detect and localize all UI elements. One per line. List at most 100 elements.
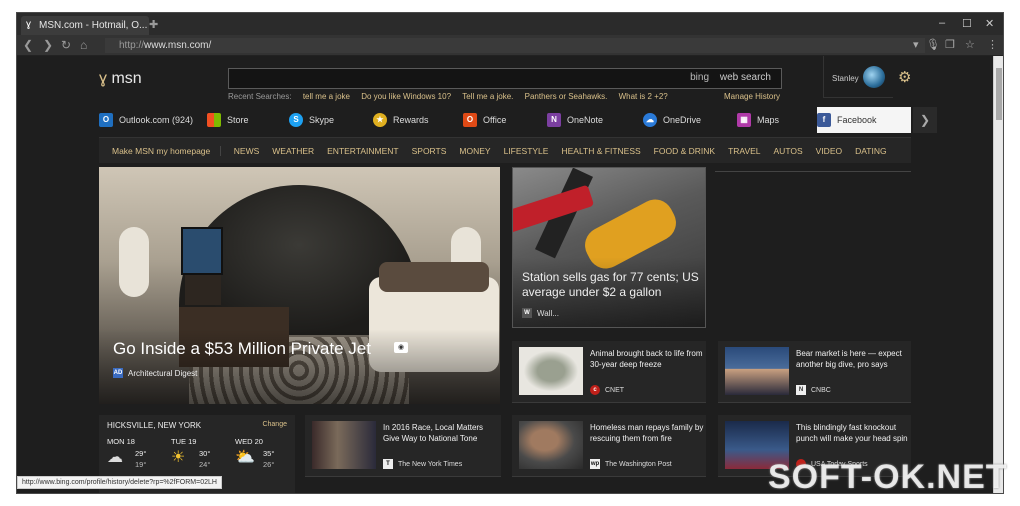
title-bar: ɣ MSN.com - Hotmail, O... ✚ – ☐ ✕ [17,13,1003,35]
user-name: Stanley [832,74,859,83]
nav-item[interactable]: MONEY [453,146,497,156]
app-facebook[interactable]: f Facebook [817,107,911,133]
make-homepage-link[interactable]: Make MSN my homepage [99,145,222,156]
app-outlook[interactable]: O Outlook.com (924) [99,107,193,133]
weather-low: 24° [199,460,211,469]
new-tab-icon[interactable]: ✚ [149,18,158,31]
msn-logo[interactable]: ɣ msn [99,70,142,88]
app-label: Store [227,115,249,125]
browser-window: ɣ MSN.com - Hotmail, O... ✚ – ☐ ✕ ❮ ❯ ↻ … [16,12,1004,494]
weather-change-link[interactable]: Change [262,421,287,428]
address-bar[interactable]: http://www.msn.com/ [105,38,925,53]
news-card[interactable]: In 2016 Race, Local Matters Give Way to … [305,415,501,477]
web-search-button[interactable]: web search [720,72,771,83]
card-source: T The New York Times [383,459,462,469]
browser-toolbar: ❮ ❯ ↻ ⌂ http://www.msn.com/ ▾ 🎙 ❐ ☆ ⋮ [17,35,1003,56]
news-card[interactable]: Animal brought back to life from 30-year… [512,341,706,403]
recent-search-link[interactable]: What is 2 +2? [619,92,668,101]
app-label: Outlook.com (924) [119,115,194,125]
msn-page: ɣ msn bing web search Recent Searches: t… [17,56,995,493]
hero-story[interactable]: Go Inside a $53 Million Private Jet ◉ AD… [99,167,500,404]
recent-search-link[interactable]: Tell me a joke. [462,92,513,101]
outlook-icon: O [99,113,113,127]
maximize-icon[interactable]: ☐ [962,17,972,30]
star-icon[interactable]: ☆ [965,38,975,51]
news-card[interactable]: Homeless man repays family by rescuing t… [512,415,706,477]
minimize-icon[interactable]: – [939,17,945,29]
nav-item[interactable]: VIDEO [809,146,848,156]
reload-icon[interactable]: ↻ [61,38,71,52]
card-thumbnail [725,347,789,395]
apps-next-button[interactable]: ❯ [913,107,937,133]
card-title[interactable]: Bear market is here — expect another big… [796,348,914,370]
weather-low: 26° [263,460,275,469]
maps-icon: ▦ [737,113,751,127]
nav-item[interactable]: LIFESTYLE [497,146,555,156]
app-skype[interactable]: S Skype [289,107,334,133]
app-onenote[interactable]: N OneNote [547,107,603,133]
washington-post-icon: wp [590,459,600,469]
hero-source-label: Architectural Digest [128,368,198,378]
recent-searches: Recent Searches: tell me a joke Do you l… [228,92,668,101]
app-label: Maps [757,115,780,125]
nav-item[interactable]: FOOD & DRINK [647,146,721,156]
url-host: www.msn.com/ [144,40,212,51]
avatar [863,66,885,88]
nav-item[interactable]: ENTERTAINMENT [321,146,405,156]
gas-story-title[interactable]: Station sells gas for 77 cents; US avera… [522,270,702,300]
forward-icon[interactable]: ❯ [43,38,53,52]
category-nav: Make MSN my homepage NEWS WEATHER ENTERT… [99,137,911,163]
app-store[interactable]: Store [207,107,249,133]
card-title[interactable]: This blindingly fast knockout punch will… [796,422,914,444]
manage-history-link[interactable]: Manage History [724,92,780,101]
hero-title[interactable]: Go Inside a $53 Million Private Jet [113,339,371,359]
gear-icon[interactable]: ⚙ [898,68,911,86]
app-maps[interactable]: ▦ Maps [737,107,779,133]
home-icon[interactable]: ⌂ [80,38,87,52]
bing-label: bing [690,72,709,83]
scrollbar-thumb[interactable] [996,68,1002,120]
nav-item[interactable]: SPORTS [405,146,453,156]
app-rewards[interactable]: ★ Rewards [373,107,429,133]
card-source-label: The Washington Post [605,460,672,468]
rewards-icon: ★ [373,113,387,127]
store-icon [207,113,221,127]
card-source: N CNBC [796,385,831,395]
gallery-icon: ◉ [394,342,408,353]
browser-tab[interactable]: ɣ MSN.com - Hotmail, O... [21,16,149,35]
user-profile[interactable]: Stanley [823,56,893,98]
nav-item[interactable]: TRAVEL [722,146,767,156]
card-title[interactable]: Homeless man repays family by rescuing t… [590,422,708,444]
weather-high: 30° [199,449,211,458]
menu-icon[interactable]: ⋮ [987,38,998,51]
nav-item[interactable]: AUTOS [767,146,809,156]
card-title[interactable]: Animal brought back to life from 30-year… [590,348,708,370]
weather-location: HICKSVILLE, NEW YORK [107,421,202,430]
recent-search-link[interactable]: Panthers or Seahawks. [525,92,608,101]
app-onedrive[interactable]: ☁ OneDrive [643,107,701,133]
recent-search-link[interactable]: tell me a joke [303,92,350,101]
tabs-icon[interactable]: ❐ [945,38,955,51]
wsj-icon: W [522,308,532,318]
recent-label: Recent Searches: [228,92,292,101]
back-icon[interactable]: ❮ [23,38,33,52]
nav-item[interactable]: DATING [849,146,893,156]
news-card[interactable]: Bear market is here — expect another big… [718,341,911,403]
app-office[interactable]: O Office [463,107,506,133]
gas-story-source: W Wall... [522,308,559,318]
recent-search-link[interactable]: Do you like Windows 10? [361,92,451,101]
nav-item[interactable]: WEATHER [266,146,321,156]
nyt-icon: T [383,459,393,469]
gas-story[interactable]: Station sells gas for 77 cents; US avera… [512,167,706,328]
app-label: OneDrive [663,115,702,125]
search-input[interactable]: bing web search [228,68,782,89]
nav-item[interactable]: HEALTH & FITNESS [555,146,647,156]
nav-item[interactable]: NEWS [227,146,266,156]
vertical-scrollbar[interactable] [993,56,1003,493]
dropdown-icon[interactable]: ▾ [913,38,919,51]
card-thumbnail [519,347,583,395]
close-icon[interactable]: ✕ [985,17,994,30]
office-icon: O [463,113,477,127]
card-title[interactable]: In 2016 Race, Local Matters Give Way to … [383,422,501,444]
microphone-icon[interactable]: 🎙 [926,38,940,51]
